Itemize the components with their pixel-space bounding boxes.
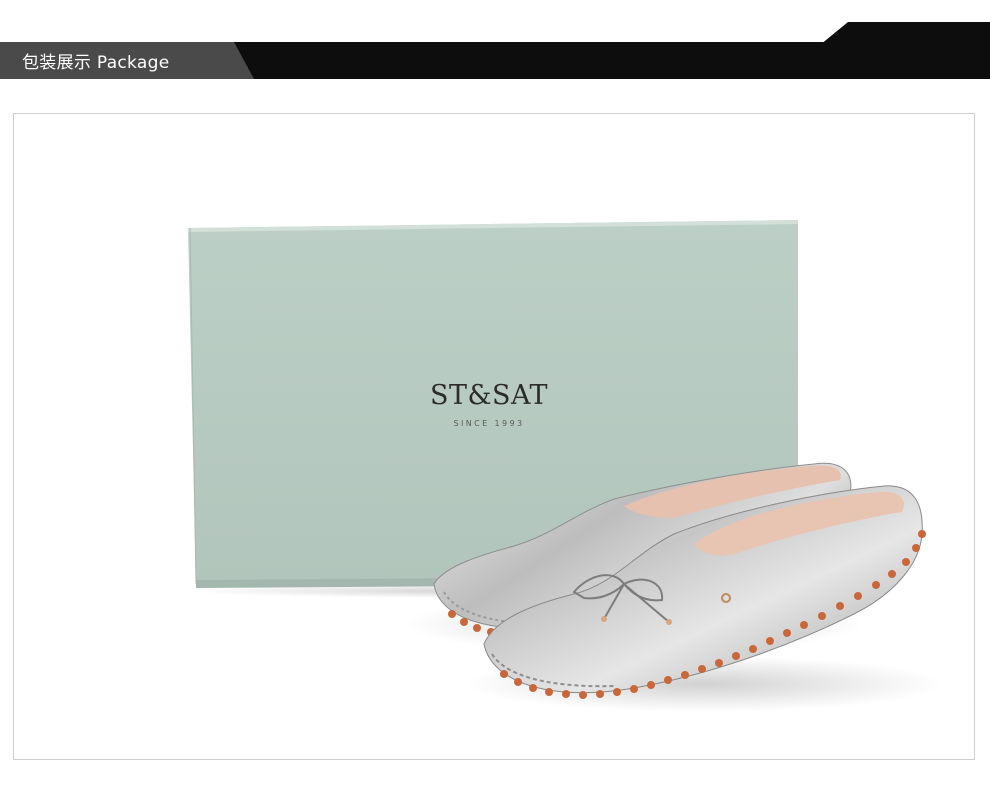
- package-photo: ST&SAT SINCE 1993: [13, 113, 975, 760]
- box-brand-tagline: SINCE 1993: [453, 419, 525, 428]
- section-header-banner: 包装展示 Package: [0, 0, 990, 90]
- banner-top-tab: [820, 22, 990, 45]
- section-title: 包装展示 Package: [22, 53, 170, 73]
- package-illustration: [184, 220, 944, 712]
- box-brand-logo: ST&SAT: [429, 380, 549, 411]
- banner-shape: [0, 22, 990, 79]
